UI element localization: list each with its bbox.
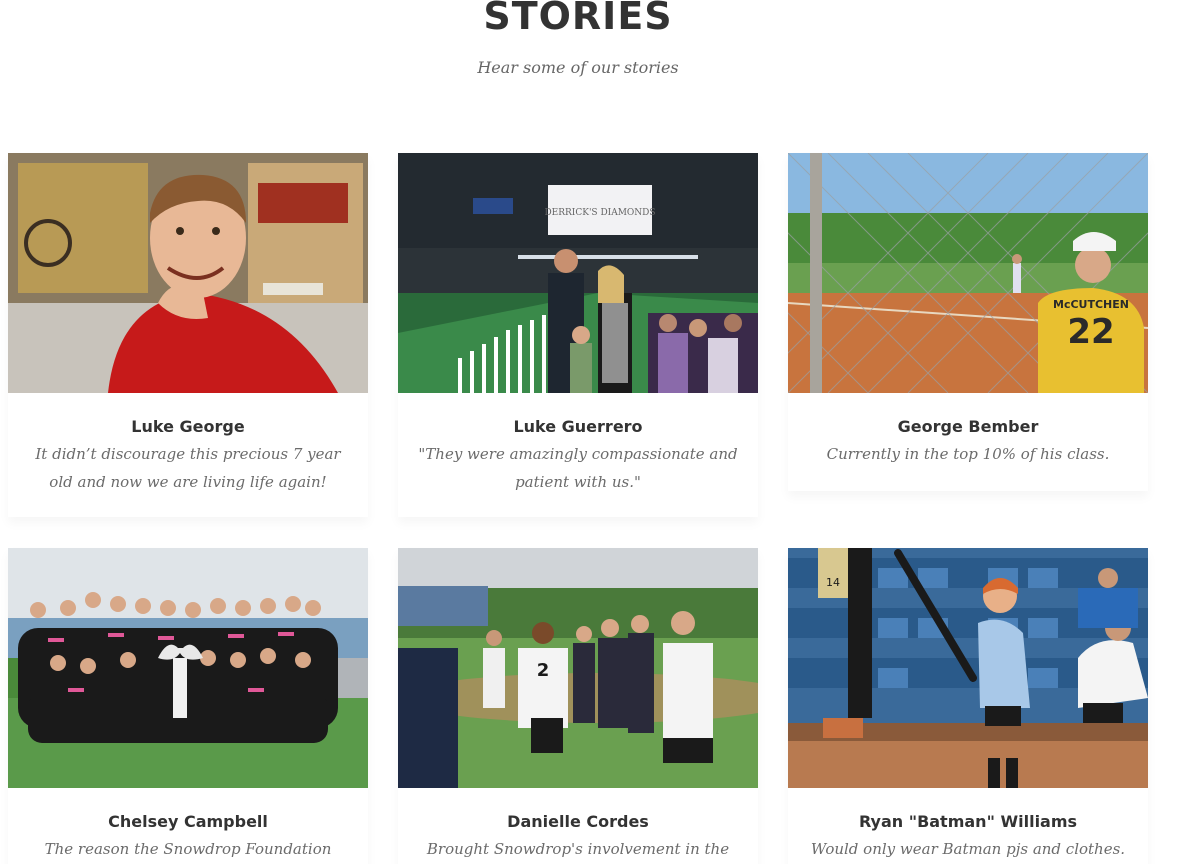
stadium-screen-text: DERRICK'S DIAMONDS xyxy=(544,208,655,218)
story-card-luke-guerrero[interactable]: DERRICK'S DIAMONDS Luke Guerrero "They w… xyxy=(398,153,758,517)
story-name: George Bember xyxy=(897,417,1039,436)
story-card-george-bember[interactable]: McCUTCHEN 22 George Bember Currently in … xyxy=(788,153,1148,491)
story-card-luke-george[interactable]: Luke George It didn’t discourage this pr… xyxy=(8,153,368,517)
story-name: Danielle Cordes xyxy=(507,812,649,831)
story-name: Chelsey Campbell xyxy=(108,812,268,831)
softball-players-photo[interactable]: 2 xyxy=(398,548,758,788)
player-number-text: 2 xyxy=(537,660,550,681)
story-name: Luke Guerrero xyxy=(513,417,643,436)
section-subtitle: Hear some of our stories xyxy=(477,58,679,77)
story-quote: "They were amazingly compassionate and p… xyxy=(418,445,738,491)
boy-red-shirt-photo[interactable] xyxy=(8,153,368,393)
story-card-ryan-williams[interactable]: 14 Ryan "Batman" Williams Would only wea… xyxy=(788,548,1148,864)
story-quote: It didn’t discourage this precious 7 yea… xyxy=(35,445,341,491)
story-name: Ryan "Batman" Williams xyxy=(858,812,1078,831)
team-group-photo[interactable] xyxy=(8,548,368,788)
story-quote: The reason the Snowdrop Foundation xyxy=(44,840,332,858)
jersey-number-text: 22 xyxy=(1067,312,1114,352)
story-quote: Currently in the top 10% of his class. xyxy=(826,445,1110,463)
story-quote: Brought Snowdrop's involvement in the xyxy=(426,840,730,858)
section-title: STORIES xyxy=(483,0,673,38)
jersey-name-text: McCUTCHEN xyxy=(1053,298,1129,311)
boy-with-bat-photo[interactable]: 14 xyxy=(788,548,1148,788)
story-name: Luke George xyxy=(131,417,245,436)
story-card-danielle-cordes[interactable]: 2 Danielle Cordes Brought Snowdrop's inv… xyxy=(398,548,758,864)
baseball-fence-photo[interactable]: McCUTCHEN 22 xyxy=(788,153,1148,393)
story-quote: Would only wear Batman pjs and clothes. xyxy=(810,840,1126,858)
story-card-chelsey-campbell[interactable]: Chelsey Campbell The reason the Snowdrop… xyxy=(8,548,368,864)
stadium-event-photo[interactable]: DERRICK'S DIAMONDS xyxy=(398,153,758,393)
wall-number-text: 14 xyxy=(826,576,840,589)
